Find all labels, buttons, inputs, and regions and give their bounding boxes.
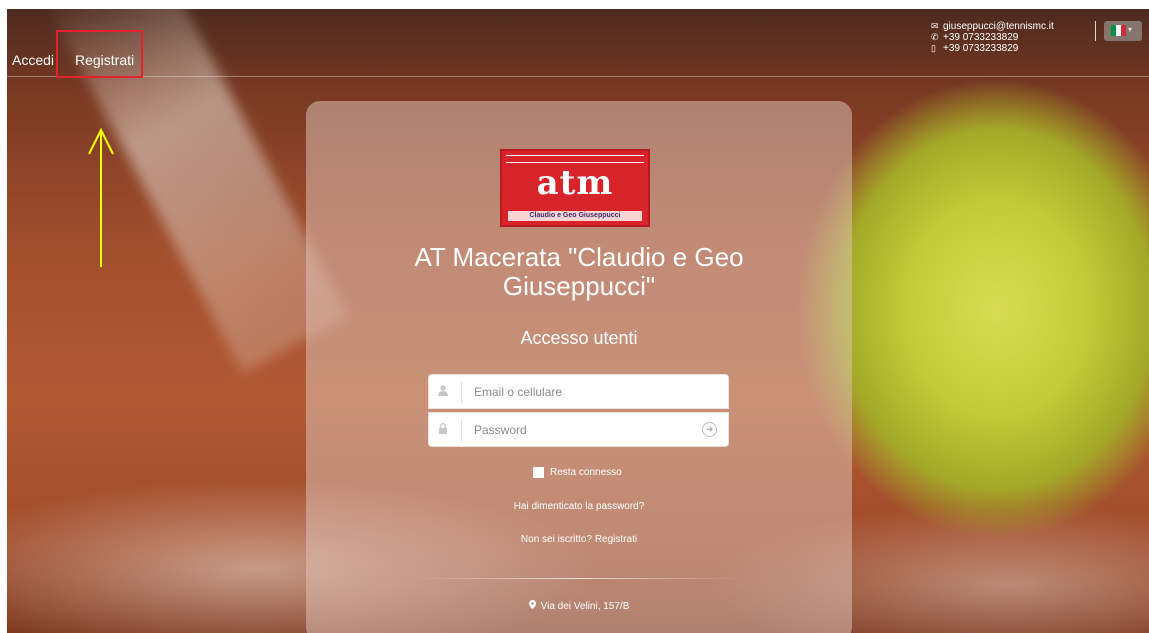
chevron-down-icon: ▾: [1128, 25, 1133, 34]
contact-phone-text: +39 0733233829: [943, 32, 1019, 43]
club-name-line1: AT Macerata "Claudio e Geo: [414, 242, 744, 272]
password-field: ➜: [428, 412, 729, 447]
email-input[interactable]: [474, 382, 694, 402]
club-name-line2: Giuseppucci": [502, 271, 656, 301]
login-card: atm Claudio e Geo Giuseppucci AT Macerat…: [306, 101, 852, 633]
card-divider: [416, 578, 742, 579]
email-field: [428, 374, 729, 409]
contact-email[interactable]: ✉ giuseppucci@tennismc.it: [931, 21, 1054, 32]
contact-mobile: ▯ +39 0733233829: [931, 43, 1054, 54]
contact-mobile-text: +39 0733233829: [943, 43, 1019, 54]
remember-me[interactable]: Resta connesso: [533, 467, 622, 478]
contact-email-text[interactable]: giuseppucci@tennismc.it: [943, 21, 1054, 32]
italy-flag-icon: [1111, 25, 1126, 36]
nav-login-link[interactable]: Accedi: [12, 52, 54, 68]
phone-icon: ✆: [931, 32, 939, 42]
address: Via dei Velini, 157/B: [306, 600, 852, 612]
address-text: Via dei Velini, 157/B: [540, 601, 630, 612]
logo-mark: atm: [536, 163, 614, 203]
submit-arrow-icon[interactable]: ➜: [702, 422, 717, 437]
remember-checkbox[interactable]: [533, 467, 544, 478]
field-separator: [461, 420, 462, 441]
forgot-password-link[interactable]: Hai dimenticato la password?: [306, 501, 852, 512]
user-icon: [438, 385, 448, 397]
envelope-icon: ✉: [931, 21, 939, 31]
top-bar: Accedi Registrati ✉ giuseppucci@tennismc.…: [7, 9, 1149, 77]
contact-info: ✉ giuseppucci@tennismc.it ✆ +39 0733233829…: [931, 21, 1054, 54]
highlight-box: [56, 30, 143, 78]
club-logo: atm Claudio e Geo Giuseppucci: [500, 149, 650, 227]
logo-stripes: [506, 155, 644, 163]
password-input[interactable]: [474, 420, 694, 440]
logo-subtitle: Claudio e Geo Giuseppucci: [508, 211, 642, 221]
mobile-icon: ▯: [931, 43, 936, 53]
map-pin-icon: [528, 600, 536, 611]
club-name: AT Macerata "Claudio e Geo Giuseppucci": [306, 243, 852, 301]
lock-icon: [438, 423, 448, 435]
remember-label[interactable]: Resta connesso: [550, 467, 622, 478]
register-prompt-link[interactable]: Non sei iscritto? Registrati: [306, 534, 852, 545]
topbar-divider: [1095, 21, 1096, 41]
contact-phone: ✆ +39 0733233829: [931, 32, 1054, 43]
field-separator: [461, 382, 462, 403]
annotation-arrow-icon: [86, 127, 116, 274]
background-photo: Accedi Registrati ✉ giuseppucci@tennismc.…: [7, 9, 1149, 633]
login-heading: Accesso utenti: [520, 328, 638, 348]
language-selector[interactable]: ▾: [1104, 21, 1142, 41]
